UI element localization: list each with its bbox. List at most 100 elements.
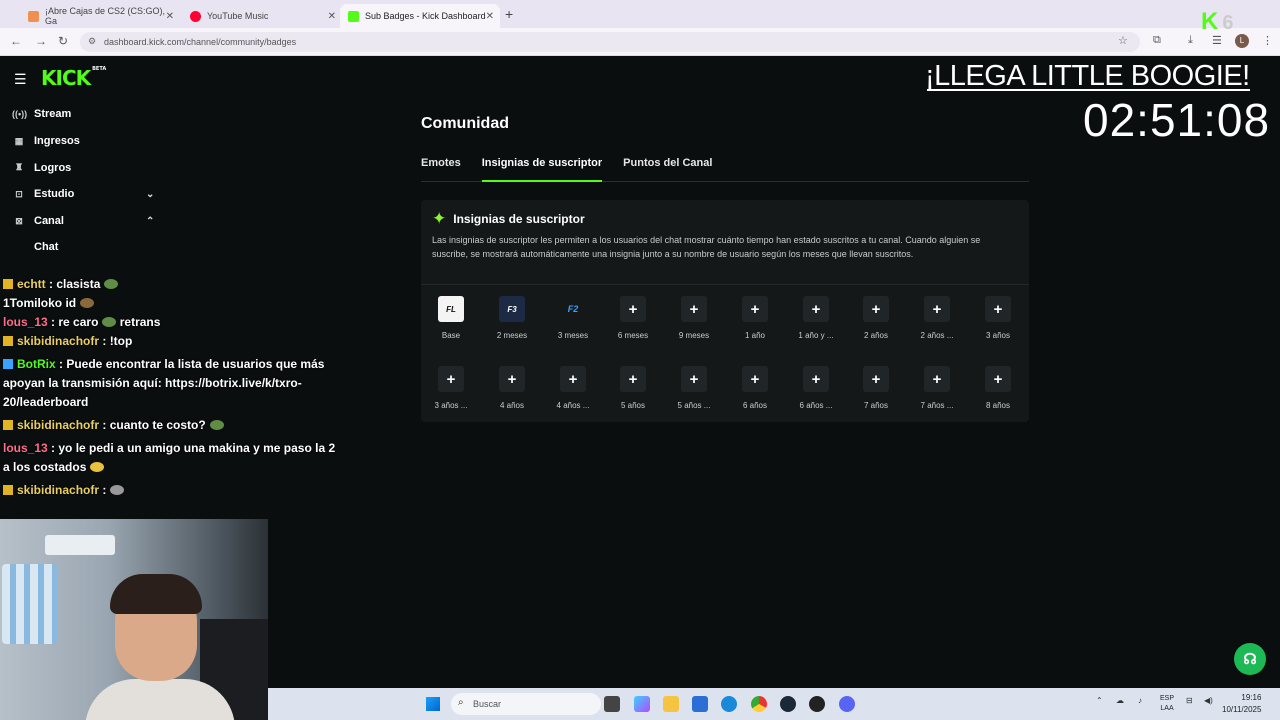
badge-slot-1-ano[interactable]: + 1 año	[726, 296, 784, 340]
url-input[interactable]: ⚙ dashboard.kick.com/channel/community/b…	[80, 32, 1140, 52]
chevron-down-icon[interactable]: ⌄	[146, 189, 154, 200]
network-icon[interactable]: ⊟	[1186, 696, 1193, 705]
copilot-icon[interactable]	[634, 696, 650, 712]
close-icon[interactable]: ✕	[166, 11, 174, 22]
download-icon[interactable]: ⤓	[1188, 34, 1193, 47]
add-badge-icon[interactable]: +	[620, 296, 646, 322]
add-badge-icon[interactable]: +	[924, 296, 950, 322]
close-icon[interactable]: ✕	[328, 11, 336, 22]
windows-start-icon[interactable]	[426, 697, 440, 711]
sub-badge-icon	[3, 279, 13, 289]
badge-slot-5-anos-y[interactable]: + 5 años ...	[665, 366, 723, 410]
badge-slot-3-anos-y[interactable]: + 3 años ...	[422, 366, 480, 410]
forward-icon[interactable]: →	[35, 34, 47, 48]
sidebar-item-label: Canal	[34, 215, 64, 228]
card-header: ✦ Insignias de suscriptor	[432, 209, 585, 229]
add-badge-icon[interactable]: +	[742, 296, 768, 322]
badge-label: 2 años ...	[920, 331, 954, 340]
kick-counter-value: 6	[1222, 12, 1234, 34]
browser-tab-youtube-music[interactable]: YouTube Music ✕	[182, 4, 342, 28]
badge-label: 6 años	[742, 401, 768, 410]
chrome-icon[interactable]	[751, 696, 767, 712]
steam-icon[interactable]	[780, 696, 796, 712]
badge-slot-7-anos-y[interactable]: + 7 años ...	[908, 366, 966, 410]
badge-slot-3-anos[interactable]: + 3 años	[969, 296, 1027, 340]
hamburger-menu-icon[interactable]: ☰	[14, 71, 27, 88]
badge-slot-5-anos[interactable]: + 5 años	[604, 366, 662, 410]
badge-slot-1-ano-y[interactable]: + 1 año y ...	[787, 296, 845, 340]
badge-slot-base[interactable]: FL Base	[422, 296, 480, 340]
add-badge-icon[interactable]: +	[985, 366, 1011, 392]
site-info-icon[interactable]: ⚙	[88, 36, 96, 47]
edge-icon[interactable]	[721, 696, 737, 712]
sidebar-item-estudio[interactable]: ⊡ Estudio ⌄	[0, 181, 170, 208]
discord-icon[interactable]	[839, 696, 855, 712]
badge-slot-9-meses[interactable]: + 9 meses	[665, 296, 723, 340]
sidebar-item-stream[interactable]: ((•)) Stream	[0, 101, 170, 128]
close-icon[interactable]: ✕	[486, 11, 494, 22]
reload-icon[interactable]: ↻	[58, 34, 68, 48]
task-view-icon[interactable]	[604, 696, 620, 712]
badge-slot-3-meses[interactable]: F2 3 meses	[544, 296, 602, 340]
add-badge-icon[interactable]: +	[803, 366, 829, 392]
browser-tab-cs2[interactable]: ¡Abre Cajas de CS2 (CS:GO), Ga ✕	[20, 4, 180, 28]
badge-slot-7-anos[interactable]: + 7 años	[847, 366, 905, 410]
badge-slot-2-meses[interactable]: F3 2 meses	[483, 296, 541, 340]
more-menu-icon[interactable]: ⋮	[1262, 34, 1273, 47]
add-badge-icon[interactable]: +	[438, 366, 464, 392]
back-icon[interactable]: ←	[10, 34, 22, 48]
tab-subscriber-badges[interactable]: Insignias de suscriptor	[481, 157, 603, 182]
file-explorer-icon[interactable]	[663, 696, 679, 712]
badge-slot-6-meses[interactable]: + 6 meses	[604, 296, 662, 340]
obs-icon[interactable]	[809, 696, 825, 712]
badge-slot-6-anos-y[interactable]: + 6 años ...	[787, 366, 845, 410]
tab-label: ¡Abre Cajas de CS2 (CS:GO), Ga	[45, 6, 166, 26]
help-chat-button[interactable]: ☊	[1234, 643, 1266, 675]
tab-emotes[interactable]: Emotes	[421, 157, 461, 182]
badge-slot-8-anos[interactable]: + 8 años	[969, 366, 1027, 410]
browser-tab-kick-dashboard[interactable]: Sub Badges - Kick Dashboard ✕	[340, 4, 500, 28]
add-badge-icon[interactable]: +	[681, 296, 707, 322]
sidebar-item-ingresos[interactable]: ▦ Ingresos	[0, 128, 170, 155]
badge-slot-6-anos[interactable]: + 6 años	[726, 366, 784, 410]
onedrive-icon[interactable]: ☁	[1116, 696, 1124, 705]
add-badge-icon[interactable]: +	[924, 366, 950, 392]
sidebar-item-logros[interactable]: ♜ Logros	[0, 154, 170, 181]
add-badge-icon[interactable]: +	[863, 366, 889, 392]
chevron-up-icon[interactable]: ⌃	[146, 216, 154, 227]
badge-slot-2-anos[interactable]: + 2 años	[847, 296, 905, 340]
badge-slot-4-anos-y[interactable]: + 4 años ...	[544, 366, 602, 410]
taskbar-search-input[interactable]: ⌕ Buscar	[451, 693, 601, 715]
badge-label: 1 año y ...	[798, 331, 834, 340]
tray-overflow-icon[interactable]: ⌃	[1096, 696, 1103, 705]
language-indicator[interactable]: ESP LAA	[1160, 694, 1174, 714]
microphone-icon[interactable]: ♪	[1138, 696, 1142, 705]
volume-icon[interactable]: ◀)	[1204, 696, 1213, 705]
chat-text: retrans	[119, 315, 161, 329]
store-icon[interactable]	[692, 696, 708, 712]
new-tab-icon[interactable]: +	[505, 6, 513, 22]
badge-slot-2-anos-y[interactable]: + 2 años ...	[908, 296, 966, 340]
add-badge-icon[interactable]: +	[499, 366, 525, 392]
badge-slot-4-anos[interactable]: + 4 años	[483, 366, 541, 410]
bookmark-star-icon[interactable]: ☆	[1118, 34, 1128, 47]
add-badge-icon[interactable]: +	[863, 296, 889, 322]
add-badge-icon[interactable]: +	[681, 366, 707, 392]
tab-channel-points[interactable]: Puntos del Canal	[623, 157, 712, 182]
chat-text: : !top	[102, 334, 133, 348]
chat-message: lous_13 : re caro retrans	[0, 313, 340, 332]
sidebar-subitem-chat[interactable]: Chat	[0, 234, 170, 260]
kick-logo[interactable]: KICK BETA	[41, 66, 106, 90]
taskbar-clock[interactable]: 19:16 10/11/2025	[1222, 692, 1261, 716]
add-badge-icon[interactable]: +	[985, 296, 1011, 322]
sidebar-item-canal[interactable]: ⊠ Canal ⌃	[0, 208, 170, 235]
add-badge-icon[interactable]: +	[560, 366, 586, 392]
cs2-favicon-icon	[28, 10, 39, 22]
subscriber-badges-card: ✦ Insignias de suscriptor Las insignias …	[421, 200, 1029, 422]
add-badge-icon[interactable]: +	[803, 296, 829, 322]
profile-avatar[interactable]: L	[1235, 34, 1249, 48]
add-badge-icon[interactable]: +	[620, 366, 646, 392]
chat-username: BotRix	[17, 357, 56, 371]
add-badge-icon[interactable]: +	[742, 366, 768, 392]
extensions-icon[interactable]: ⧉	[1153, 34, 1161, 47]
